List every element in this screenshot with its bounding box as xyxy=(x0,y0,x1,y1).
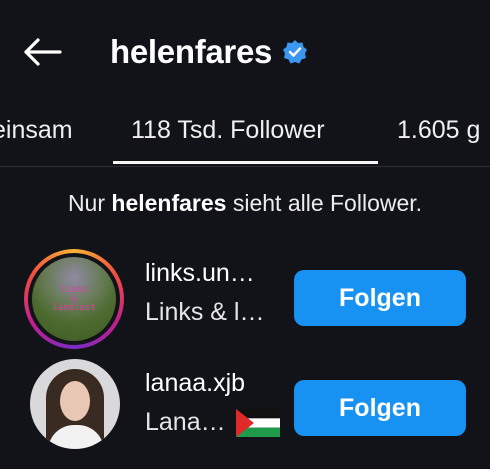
top-bar: helenfares xyxy=(0,0,490,100)
page-title: helenfares xyxy=(110,33,273,70)
tab-followers[interactable]: 118 Tsd. Follower xyxy=(131,116,325,145)
username[interactable]: links.un… xyxy=(145,259,280,288)
notice-username: helenfares xyxy=(111,190,227,216)
privacy-notice: Nur helenfares sieht alle Follower. xyxy=(0,190,490,217)
verified-badge-icon xyxy=(282,39,308,65)
avatar: links & landlust xyxy=(32,257,116,341)
follow-button[interactable]: Folgen xyxy=(294,380,466,436)
avatar-story-ring[interactable]: links & landlust xyxy=(24,249,124,349)
notice-suffix: sieht alle Follower. xyxy=(226,190,423,216)
tab-gemeinsam[interactable]: einsam xyxy=(0,116,73,145)
follow-button[interactable]: Folgen xyxy=(294,270,466,326)
username[interactable]: lanaa.xjb xyxy=(145,369,280,398)
palestine-flag-icon xyxy=(236,408,280,437)
profile-title-group: helenfares xyxy=(110,30,308,74)
full-name: Links & l… xyxy=(145,298,265,326)
tab-bar: einsam 118 Tsd. Follower 1.605 g xyxy=(0,100,490,167)
follower-row[interactable]: lanaa.xjb Lana 🤍 Folgen xyxy=(0,355,490,465)
notice-prefix: Nur xyxy=(67,190,112,216)
user-text: lanaa.xjb Lana 🤍 xyxy=(145,369,280,437)
tab-following[interactable]: 1.605 g xyxy=(397,116,480,145)
avatar-face-shape xyxy=(60,381,90,421)
arrow-left-icon xyxy=(24,38,62,66)
full-name: Lana 🤍 xyxy=(145,408,232,436)
follower-row[interactable]: links & landlust links.un… Links & l… Fo… xyxy=(0,245,490,355)
avatar-logo-subtext: landlust xyxy=(52,303,96,313)
full-name-group: Lana 🤍 xyxy=(145,408,280,437)
user-text: links.un… Links & l… xyxy=(145,259,280,327)
active-tab-indicator xyxy=(113,161,378,164)
back-button[interactable] xyxy=(20,36,64,68)
avatar[interactable] xyxy=(30,359,120,449)
